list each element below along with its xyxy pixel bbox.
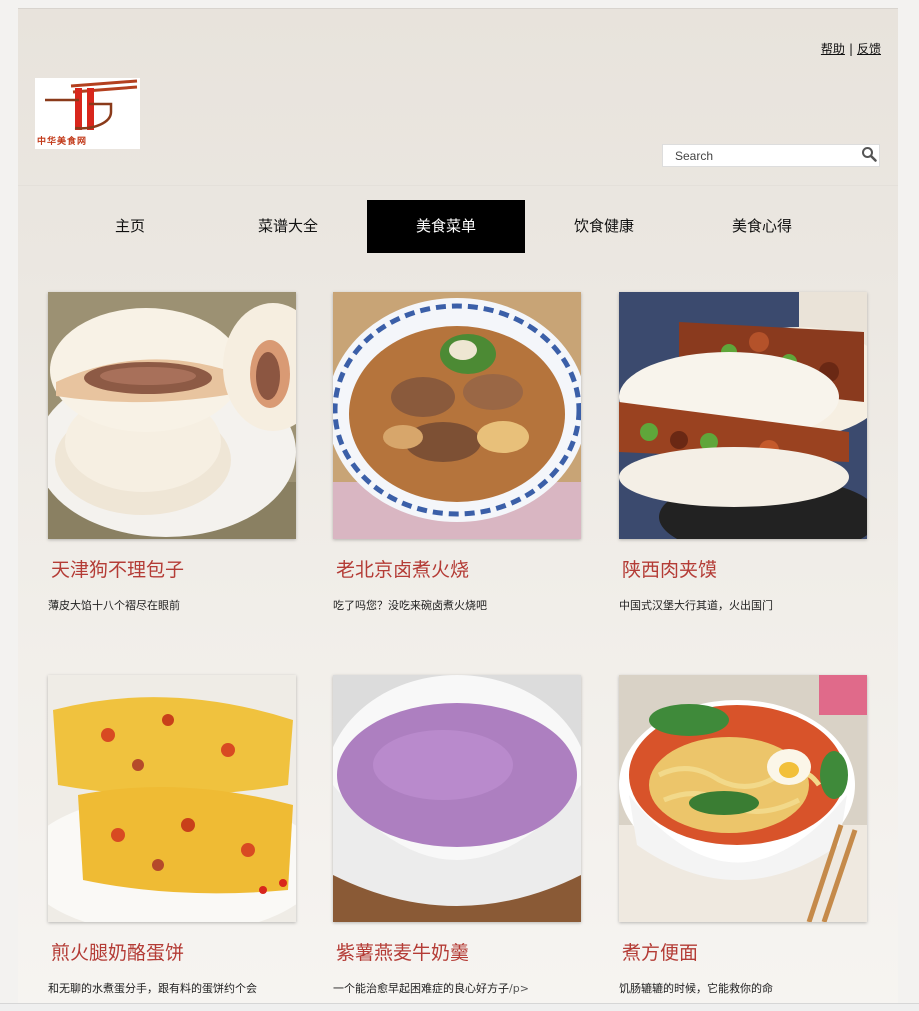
card-title[interactable]: 煎火腿奶酪蛋饼 <box>48 940 296 966</box>
nav-item-food-notes[interactable]: 美食心得 <box>683 200 841 253</box>
card-title[interactable]: 天津狗不理包子 <box>48 557 296 583</box>
card-title[interactable]: 陕西肉夹馍 <box>619 557 867 583</box>
search-icon[interactable] <box>861 146 877 162</box>
main-nav: 主页 菜谱大全 美食菜单 饮食健康 美食心得 <box>51 200 841 253</box>
help-link[interactable]: 帮助 <box>821 42 845 56</box>
nav-item-recipes[interactable]: 菜谱大全 <box>209 200 367 253</box>
card-description-text: 一个能治愈早起困难症的良心好方子 <box>333 982 509 995</box>
nav-item-food-menu[interactable]: 美食菜单 <box>367 200 525 253</box>
ham-cheese-omelette-image[interactable] <box>48 675 296 922</box>
chinese-burger-image[interactable] <box>619 292 867 539</box>
feedback-link[interactable]: 反馈 <box>857 42 881 56</box>
food-card: 陕西肉夹馍 中国式汉堡大行其道，火出国门 <box>619 292 867 613</box>
page-container: 帮助| 反馈 中华美食网 主页 <box>18 8 898 1011</box>
top-links: 帮助 | 反馈 <box>821 40 881 57</box>
steamed-buns-image[interactable] <box>48 292 296 539</box>
nav-item-diet-health[interactable]: 饮食健康 <box>525 200 683 253</box>
site-logo[interactable]: 中华美食网 <box>35 78 140 149</box>
card-description: 一个能治愈早起困难症的良心好方子/p> <box>333 980 581 996</box>
food-card: 煎火腿奶酪蛋饼 和无聊的水煮蛋分手，跟有料的蛋饼约个会 <box>48 675 296 996</box>
instant-noodles-image[interactable] <box>619 675 867 922</box>
food-card: 天津狗不理包子 薄皮大馅十八个褶尽在眼前 <box>48 292 296 613</box>
card-description: 薄皮大馅十八个褶尽在眼前 <box>48 599 180 612</box>
header: 帮助 | 反馈 中华美食网 <box>18 9 898 186</box>
card-description: 中国式汉堡大行其道，火出国门 <box>619 599 773 612</box>
card-description: 吃了吗您？没吃来碗卤煮火烧吧 <box>333 599 487 612</box>
search-input[interactable] <box>663 145 865 166</box>
food-card: 紫薯燕麦牛奶羹 一个能治愈早起困难症的良心好方子/p> <box>333 675 581 996</box>
card-description: 饥肠辘辘的时候，它能救你的命 <box>619 982 773 995</box>
search-box <box>662 144 880 167</box>
logo-text: 中华美食网 <box>37 137 88 147</box>
card-title[interactable]: 煮方便面 <box>619 940 867 966</box>
card-title[interactable]: 老北京卤煮火烧 <box>333 557 581 583</box>
purple-potato-soup-image[interactable] <box>333 675 581 922</box>
card-title[interactable]: 紫薯燕麦牛奶羹 <box>333 940 581 966</box>
link-separator: | <box>848 42 853 56</box>
card-description-tail: /p> <box>509 982 529 995</box>
card-description: 和无聊的水煮蛋分手，跟有料的蛋饼约个会 <box>48 982 257 995</box>
food-card: 老北京卤煮火烧 吃了吗您？没吃来碗卤煮火烧吧 <box>333 292 581 613</box>
braised-offal-bowl-image[interactable] <box>333 292 581 539</box>
nav-item-home[interactable]: 主页 <box>51 200 209 253</box>
food-card: 煮方便面 饥肠辘辘的时候，它能救你的命 <box>619 675 867 996</box>
